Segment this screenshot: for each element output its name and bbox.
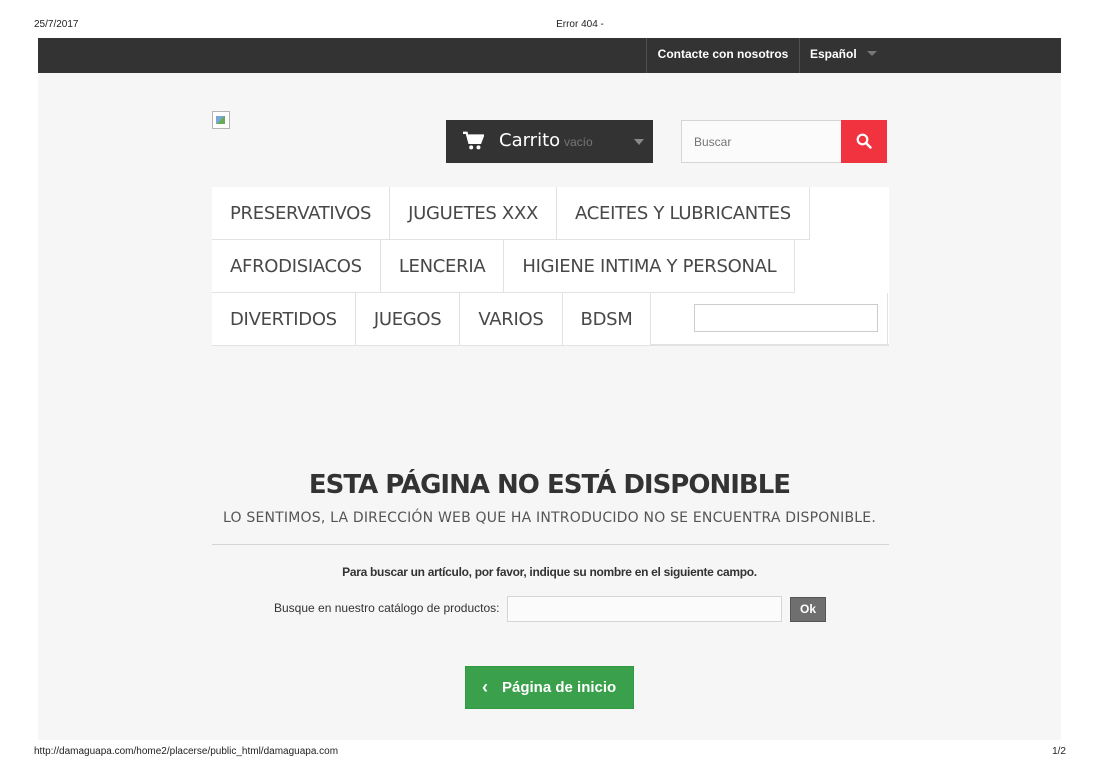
home-button[interactable]: ‹ Página de inicio — [465, 666, 634, 709]
ok-button[interactable]: Ok — [790, 597, 826, 622]
menu-item-varios[interactable]: VARIOS — [460, 293, 563, 346]
catalog-search-input[interactable] — [507, 596, 782, 622]
error-title: ESTA PÁGINA NO ESTÁ DISPONIBLE — [308, 470, 791, 500]
broken-image-icon[interactable] — [212, 111, 230, 129]
home-button-label: Página de inicio — [502, 679, 617, 696]
menu-row: PRESERVATIVOS JUGUETES XXX ACEITES Y LUB… — [212, 187, 810, 240]
menu-item-higiene[interactable]: HIGIENE INTIMA Y PERSONAL — [504, 240, 796, 293]
catalog-search-label: Busque en nuestro catálogo de productos: — [274, 601, 500, 615]
language-selector[interactable]: Español — [800, 38, 890, 73]
menu-item-divertidos[interactable]: DIVERTIDOS — [212, 293, 356, 346]
search-input[interactable] — [681, 120, 841, 163]
page-frame: Contacte con nosotros Español Carrito va… — [38, 38, 1061, 740]
cart-icon — [463, 131, 484, 150]
chevron-down-icon — [634, 139, 644, 145]
top-bar: Contacte con nosotros Español — [38, 38, 1061, 73]
menu-item-juguetes[interactable]: JUGUETES XXX — [390, 187, 558, 240]
search-button[interactable] — [841, 120, 887, 163]
menu-item-preservativos[interactable]: PRESERVATIVOS — [212, 187, 391, 240]
menu-item-afrodisiacos[interactable]: AFRODISIACOS — [212, 240, 381, 293]
language-label: Español — [810, 47, 857, 61]
cart-button[interactable]: Carrito vacío — [446, 120, 653, 163]
menu-item-juegos[interactable]: JUEGOS — [355, 293, 461, 346]
menu-item-aceites[interactable]: ACEITES Y LUBRICANTES — [557, 187, 810, 240]
search-help-text: Para buscar un artículo, por favor, indi… — [342, 565, 757, 579]
category-menu: PRESERVATIVOS JUGUETES XXX ACEITES Y LUB… — [212, 187, 889, 346]
contact-link[interactable]: Contacte con nosotros — [646, 38, 800, 73]
print-url: http://damaguapa.com/home2/placerse/publ… — [34, 746, 339, 757]
print-title: Error 404 - — [556, 19, 604, 30]
menu-row: AFRODISIACOS LENCERIA HIGIENE INTIMA Y P… — [212, 240, 796, 293]
divider — [212, 544, 889, 545]
menu-item-lenceria[interactable]: LENCERIA — [380, 240, 505, 293]
print-page-number: 1/2 — [1052, 746, 1066, 757]
divider — [887, 293, 888, 344]
chevron-down-icon — [866, 51, 877, 56]
print-header: 25/7/2017 Error 404 - — [0, 19, 1100, 33]
menu-search-field[interactable] — [694, 304, 878, 332]
search-icon — [856, 133, 872, 149]
chevron-left-icon: ‹ — [482, 677, 488, 697]
menu-item-bdsm[interactable]: BDSM — [562, 293, 652, 346]
cart-label: Carrito — [499, 130, 561, 151]
error-subtitle: LO SENTIMOS, LA DIRECCIÓN WEB QUE HA INT… — [222, 510, 877, 526]
menu-row: DIVERTIDOS JUEGOS VARIOS BDSM — [212, 293, 652, 346]
cart-state: vacío — [564, 135, 593, 149]
